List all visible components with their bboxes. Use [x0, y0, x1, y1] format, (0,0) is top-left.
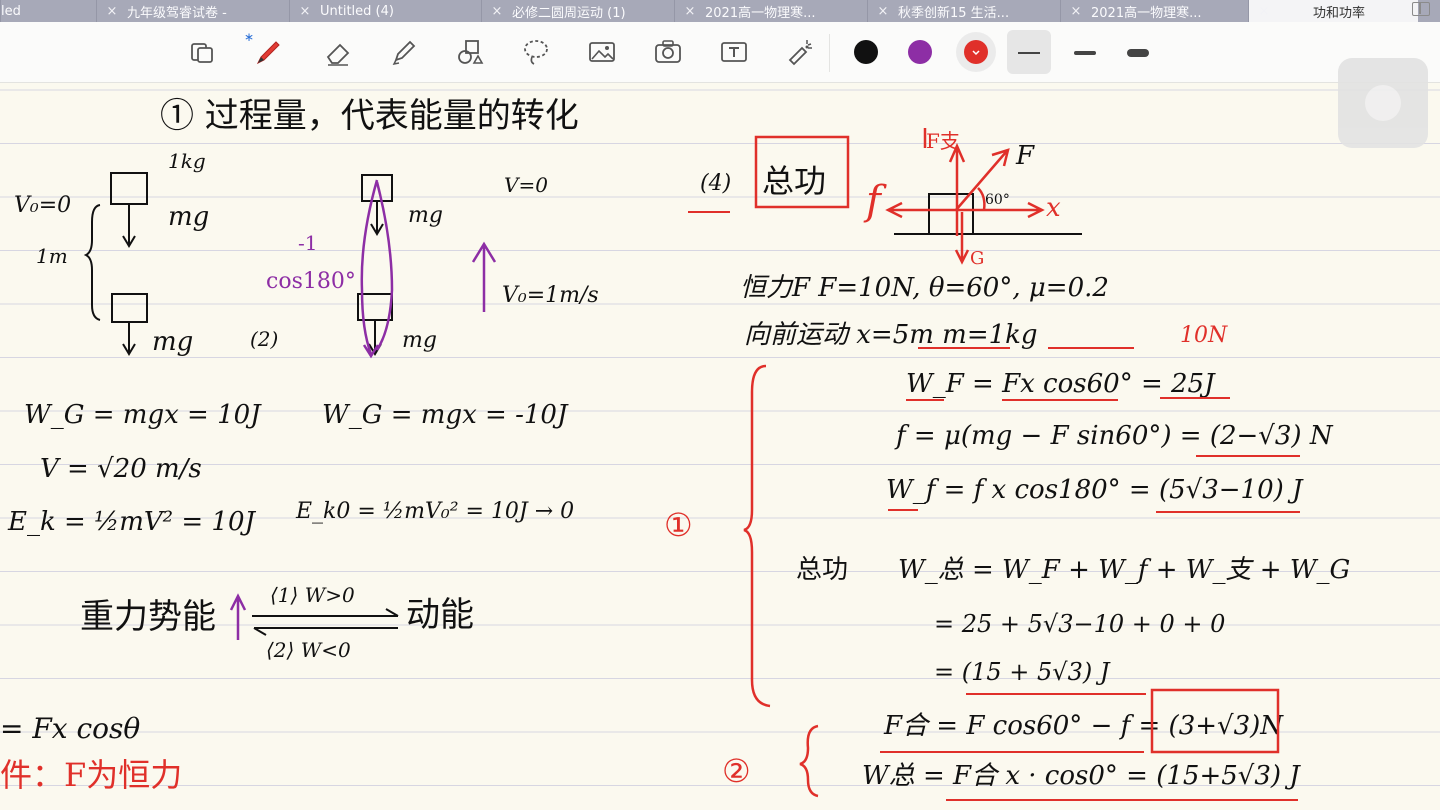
- force-label-bottom: mg: [152, 327, 193, 357]
- image-icon[interactable]: [582, 32, 622, 72]
- toolbar-divider: [829, 34, 830, 72]
- work-gravity-mid: W_G = mgx = -10J: [322, 400, 569, 430]
- force-label-top: mg: [168, 202, 209, 232]
- total-work-title: 总功: [762, 162, 826, 200]
- tab-4[interactable]: × 2021高一物理寒...: [674, 0, 867, 22]
- velocity-result: V = √20 m/s: [40, 454, 202, 484]
- mass-label: 1kg: [168, 149, 206, 173]
- tab-6[interactable]: × 2021高一物理寒...: [1060, 0, 1248, 22]
- net-work-line: W总 = F合 x · cos0° = (15+5√3) J: [862, 761, 1301, 791]
- lasso-icon[interactable]: [516, 32, 556, 72]
- support-force-label: F支: [926, 129, 960, 153]
- tab-7[interactable]: × 功和功率: [1248, 0, 1418, 22]
- red-brace: [743, 364, 771, 708]
- v0-initial-label: V₀=1m/s: [502, 283, 599, 308]
- tab-title: Untitled (4): [320, 3, 394, 19]
- given-line-2: 向前运动 x=5m m=1kg: [744, 320, 1038, 350]
- tab-title: 功和功率: [1313, 5, 1366, 21]
- step-3-underlines: [888, 509, 1300, 513]
- chevron-down-icon: [972, 50, 980, 56]
- friction-label: f: [863, 178, 887, 224]
- tab-1[interactable]: × 九年级驾睿试卷 -: [96, 0, 289, 22]
- highlighter-icon[interactable]: [384, 32, 424, 72]
- text-tool-icon[interactable]: [714, 32, 754, 72]
- work-formula: = Fx cosθ: [0, 712, 140, 745]
- v-zero-label: V=0: [504, 173, 548, 197]
- close-icon[interactable]: ×: [97, 4, 127, 19]
- toolbar: ∗: [0, 22, 1440, 83]
- tab-title: 2021高一物理寒...: [1091, 5, 1202, 21]
- part-label-4: (4): [700, 171, 731, 196]
- notebook-page[interactable]: ① 过程量，代表能量的转化 1kg mg mg V₀=0 1m W_G = mg…: [0, 82, 1440, 810]
- color-swatch-red[interactable]: [964, 40, 988, 64]
- shapes-icon[interactable]: [450, 32, 490, 72]
- constant-force-condition: 件：F为恒力: [0, 756, 182, 794]
- note-heading: ① 过程量，代表能量的转化: [160, 96, 579, 136]
- floating-assistive-button[interactable]: [1338, 58, 1428, 148]
- part-label-2: (2): [250, 327, 278, 351]
- step-friction: f = μ(mg − F sin60°) = (2−√3) N: [894, 421, 1334, 451]
- potential-energy-label: 重力势能: [80, 597, 216, 637]
- kinetic-energy-mid: E_k0 = ½mV₀² = 10J → 0: [295, 499, 574, 524]
- total-line-1: W_总 = W_F + W_f + W_支 + W_G: [898, 555, 1350, 585]
- angle-label: 60°: [985, 192, 1010, 208]
- close-icon[interactable]: ×: [482, 4, 512, 19]
- step-work-friction: W_f = f x cos180° = (5√3−10) J: [886, 475, 1304, 505]
- total-line-3: = (15 + 5√3) J: [934, 658, 1111, 686]
- laser-pointer-icon[interactable]: [780, 32, 820, 72]
- conversion-arrows: [252, 608, 399, 636]
- conversion-top-label: ⟨1⟩ W>0: [270, 583, 355, 607]
- tab-0[interactable]: led: [0, 0, 96, 22]
- stroke-weight-thick[interactable]: [1127, 49, 1149, 57]
- tab-title: 2021高一物理寒...: [705, 5, 816, 21]
- stroke-weight-medium[interactable]: [1074, 51, 1096, 55]
- close-icon[interactable]: ×: [1061, 4, 1091, 19]
- color-swatch-black[interactable]: [854, 40, 878, 64]
- kinetic-energy-left: E_k = ½mV² = 10J: [7, 507, 257, 537]
- tab-5[interactable]: × 秋季创新15 生活...: [867, 0, 1060, 22]
- color-swatch-purple[interactable]: [908, 40, 932, 64]
- pen-icon[interactable]: [248, 32, 288, 72]
- kinetic-energy-label: 动能: [406, 595, 474, 635]
- side-note: 10N: [1180, 323, 1228, 348]
- stroke-weight-thin[interactable]: [1018, 52, 1040, 54]
- force-label-mid-bottom: mg: [402, 328, 437, 353]
- marker-2: ②: [722, 752, 751, 790]
- gravity-label: G: [970, 248, 984, 269]
- marker-1: ①: [664, 506, 693, 544]
- close-icon[interactable]: ×: [290, 4, 320, 19]
- tab-title: led: [1, 3, 21, 19]
- work-gravity-left: W_G = mgx = 10J: [24, 400, 262, 430]
- tab-title: 必修二圆周运动 (1): [512, 5, 626, 21]
- conversion-bottom-label: ⟨2⟩ W<0: [266, 638, 351, 662]
- total-label: 总功: [796, 555, 848, 585]
- tab-3[interactable]: × 必修二圆周运动 (1): [481, 0, 674, 22]
- applied-force-label: F: [1015, 141, 1035, 171]
- tab-bar: led × 九年级驾睿试卷 - × Untitled (4) × 必修二圆周运动 (1) × 2…: [0, 0, 1440, 22]
- cos-value: -1: [298, 231, 317, 255]
- eraser-icon[interactable]: [318, 32, 358, 72]
- purple-up-arrow: [229, 593, 247, 640]
- camera-icon[interactable]: [648, 32, 688, 72]
- v0-label: V₀=0: [14, 193, 71, 218]
- cos-label: cos180°: [266, 269, 356, 294]
- window-layout-icon[interactable]: [1412, 2, 1430, 16]
- length-label: 1m: [36, 244, 68, 268]
- page-layout-icon[interactable]: [182, 32, 222, 72]
- falling-block-diagram: [83, 172, 148, 356]
- close-icon[interactable]: ×: [675, 4, 705, 19]
- net-force-line: F合 = F cos60° − f = (3+√3)N: [883, 711, 1284, 741]
- total-line-2: = 25 + 5√3−10 + 0 + 0: [934, 610, 1225, 638]
- step-work-force: W_F = Fx cos60° = 25J: [906, 369, 1216, 399]
- tab-title: 九年级驾睿试卷 -: [127, 5, 227, 21]
- force-label-mid-top: mg: [408, 203, 443, 228]
- given-line-1: 恒力F F=10N, θ=60°, μ=0.2: [740, 273, 1109, 303]
- axis-x-label: x: [1046, 193, 1061, 223]
- close-icon[interactable]: ×: [868, 4, 898, 19]
- close-icon[interactable]: ×: [1249, 4, 1279, 19]
- tab-title: 秋季创新15 生活...: [898, 5, 1010, 21]
- tab-2[interactable]: × Untitled (4): [289, 0, 481, 22]
